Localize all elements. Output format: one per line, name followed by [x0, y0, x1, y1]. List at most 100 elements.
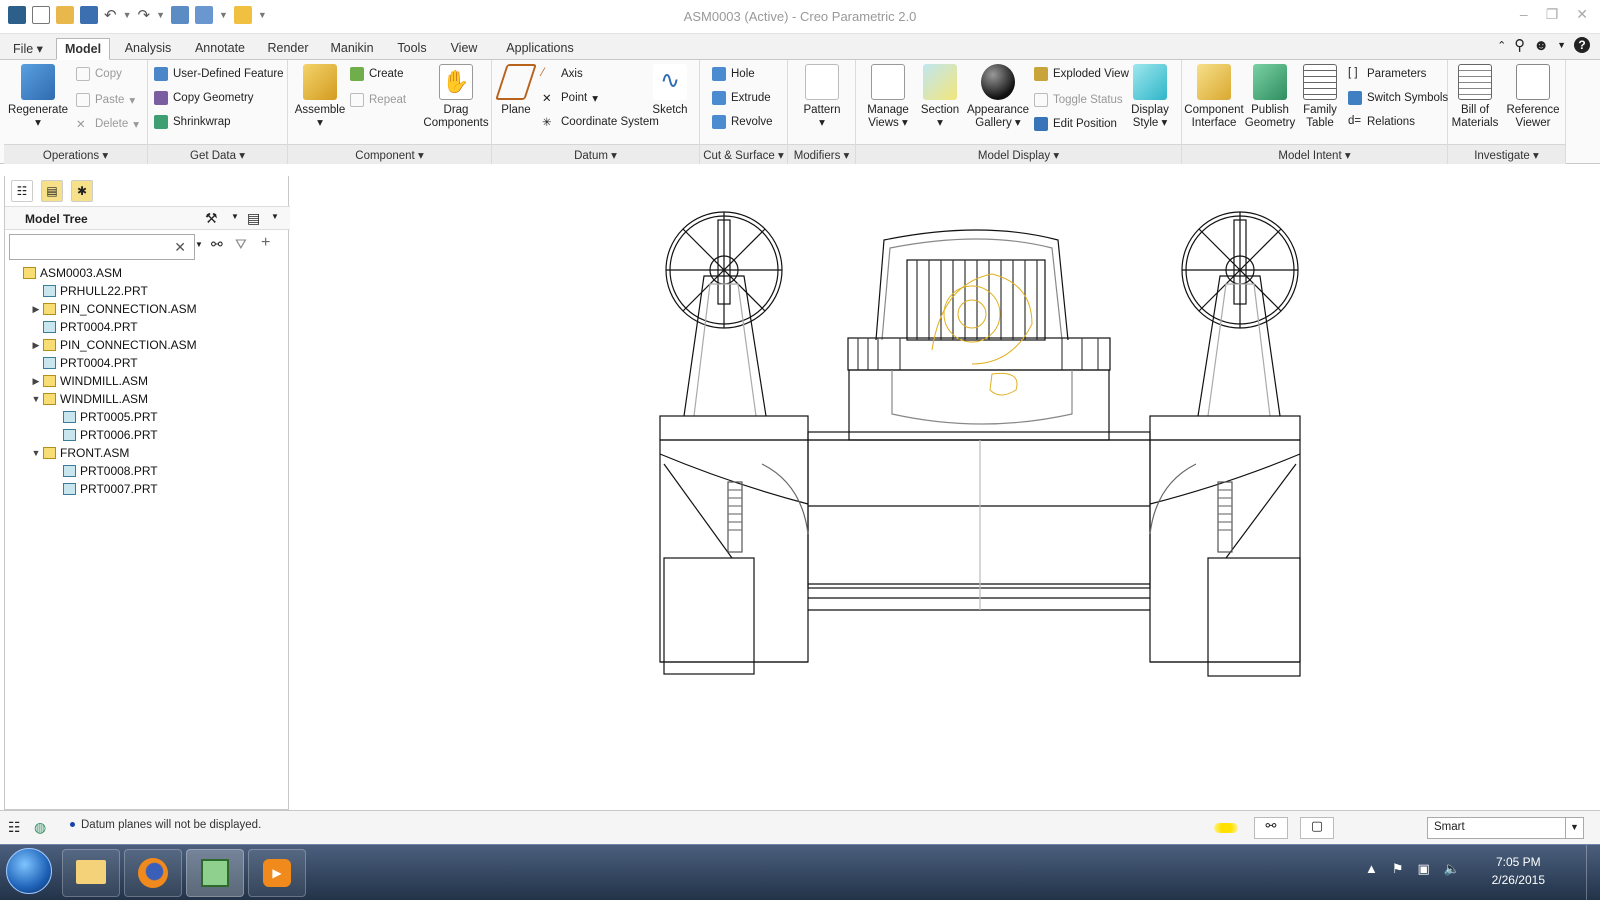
bill-of-materials-button[interactable]: Bill of Materials [1444, 64, 1506, 130]
taskbar-clock[interactable]: 7:05 PM 2/26/2015 [1492, 853, 1545, 889]
axis-button[interactable]: ⁄ Axis [542, 64, 583, 84]
create-button[interactable]: Create [350, 64, 404, 84]
delete-button[interactable]: ✕ Delete ▾ [76, 114, 139, 134]
plane-button[interactable]: Plane [492, 64, 540, 117]
switch-symbols-button[interactable]: Switch Symbols [1348, 88, 1448, 108]
sketch-button[interactable]: ∿ Sketch [644, 64, 696, 117]
graphics-area[interactable] [292, 164, 1600, 810]
show-desktop-button[interactable] [1586, 845, 1600, 901]
group-label-investigate[interactable]: Investigate ▾ [1448, 144, 1565, 164]
repeat-button[interactable]: Repeat [350, 90, 406, 110]
tab-file[interactable]: File ▾ [6, 38, 50, 60]
tab-model[interactable]: Model [56, 38, 110, 60]
group-label-operations[interactable]: Operations ▾ [4, 144, 147, 164]
tab-annotate[interactable]: Annotate [186, 38, 254, 60]
explorer-taskbar-button[interactable] [62, 849, 120, 897]
coordinate-system-button[interactable]: ✳ Coordinate System [542, 112, 659, 132]
regen-status-icon[interactable] [1214, 823, 1238, 833]
model-tree-search-input[interactable]: ✕ [9, 234, 195, 260]
browser-toggle-icon[interactable]: ◍ [34, 819, 46, 836]
model-tree-item[interactable]: PRT0008.PRT [5, 462, 290, 480]
media-player-taskbar-button[interactable]: ▶ [248, 849, 306, 897]
expand-icon[interactable]: ▶ [29, 340, 43, 351]
copy-geometry-button[interactable]: Copy Geometry [154, 88, 254, 108]
publish-geometry-button[interactable]: Publish Geometry [1242, 64, 1298, 130]
filter-icon[interactable]: ⛛ [235, 236, 247, 253]
clear-search-icon[interactable]: ✕ [174, 239, 186, 256]
assemble-button[interactable]: Assemble ▾ [288, 64, 352, 130]
expand-icon[interactable]: ▶ [29, 376, 43, 387]
help-icon[interactable]: ? [1574, 37, 1590, 53]
drag-components-button[interactable]: ✋ Drag Components [420, 64, 492, 130]
tree-settings-icon[interactable]: ⚒ [205, 210, 218, 227]
model-tree-item[interactable]: PRT0004.PRT [5, 354, 290, 372]
find-icon[interactable]: ⚯ [1254, 817, 1288, 839]
tab-render[interactable]: Render [260, 38, 316, 60]
search-dropdown-icon[interactable]: ▼ [195, 240, 203, 249]
edit-position-button[interactable]: Edit Position [1034, 114, 1117, 134]
paste-button[interactable]: Paste ▾ [76, 90, 135, 110]
show-hidden-icons-icon[interactable]: ▲ [1365, 861, 1378, 877]
model-tree-item[interactable]: ▼ FRONT.ASM [5, 444, 290, 462]
shrinkwrap-button[interactable]: Shrinkwrap [154, 112, 231, 132]
regenerate-button[interactable]: Regenerate ▾ [6, 64, 70, 130]
show-icon[interactable]: ▤ [247, 210, 260, 227]
community-dropdown-icon[interactable]: ▼ [1557, 40, 1566, 50]
toggle-status-button[interactable]: Toggle Status [1034, 90, 1123, 110]
appearance-gallery-button[interactable]: Appearance Gallery ▾ [966, 64, 1030, 130]
show-dropdown-icon[interactable]: ▼ [271, 212, 279, 221]
collapse-icon[interactable]: ▼ [29, 448, 43, 458]
udf-button[interactable]: User-Defined Feature [154, 64, 284, 84]
start-button[interactable] [6, 848, 52, 894]
revolve-button[interactable]: Revolve [712, 112, 773, 132]
point-button[interactable]: ✕ Point ▾ [542, 88, 598, 108]
model-tree-item[interactable]: ▶ PIN_CONNECTION.ASM [5, 336, 290, 354]
selection-box-icon[interactable]: ▢ [1300, 817, 1334, 839]
reference-viewer-button[interactable]: Reference Viewer [1502, 64, 1564, 130]
model-tree-item[interactable]: ▶ PIN_CONNECTION.ASM [5, 300, 290, 318]
collapse-icon[interactable]: ▼ [29, 394, 43, 404]
maximize-button[interactable]: ❐ [1546, 6, 1559, 23]
network-icon[interactable]: ▣ [1418, 861, 1430, 877]
parameters-button[interactable]: [ ] Parameters [1348, 64, 1426, 84]
pattern-button[interactable]: Pattern ▾ [790, 64, 854, 130]
navigator-toggle-icon[interactable]: ☷ [8, 819, 21, 836]
group-label-model-intent[interactable]: Model Intent ▾ [1182, 144, 1447, 164]
creo-taskbar-button[interactable] [186, 849, 244, 897]
favorites-tab-icon[interactable]: ✱ [71, 180, 93, 202]
tree-settings-dropdown-icon[interactable]: ▼ [231, 212, 239, 221]
model-tree-item[interactable]: ▼ WINDMILL.ASM [5, 390, 290, 408]
community-icon[interactable]: ☻ [1533, 37, 1549, 54]
group-label-model-display[interactable]: Model Display ▾ [856, 144, 1181, 164]
copy-button[interactable]: Copy [76, 64, 122, 84]
model-tree-item[interactable]: PRHULL22.PRT [5, 282, 290, 300]
tab-analysis[interactable]: Analysis [116, 38, 180, 60]
minimize-ribbon-icon[interactable]: ⌃ [1497, 39, 1506, 52]
firefox-taskbar-button[interactable] [124, 849, 182, 897]
group-label-modifiers[interactable]: Modifiers ▾ [788, 144, 855, 164]
group-label-get-data[interactable]: Get Data ▾ [148, 144, 287, 164]
family-table-button[interactable]: Family Table [1296, 64, 1344, 130]
find-binoculars-icon[interactable]: ⚯ [211, 236, 223, 253]
exploded-view-button[interactable]: Exploded View [1034, 64, 1129, 84]
folder-browser-tab-icon[interactable]: ▤ [41, 180, 63, 202]
model-tree-tab-icon[interactable]: ☷ [11, 180, 33, 202]
extrude-button[interactable]: Extrude [712, 88, 771, 108]
tab-manikin[interactable]: Manikin [322, 38, 382, 60]
close-button[interactable]: ✕ [1576, 6, 1588, 23]
model-tree-item[interactable]: ASM0003.ASM [5, 264, 290, 282]
action-center-flag-icon[interactable]: ⚑ [1392, 861, 1404, 877]
tab-applications[interactable]: Applications [492, 38, 588, 60]
selection-filter-select[interactable]: Smart ▼ [1427, 817, 1584, 839]
model-tree-item[interactable]: PRT0007.PRT [5, 480, 290, 498]
tab-view[interactable]: View [442, 38, 486, 60]
model-tree-item[interactable]: PRT0005.PRT [5, 408, 290, 426]
group-label-component[interactable]: Component ▾ [288, 144, 491, 164]
display-style-button[interactable]: Display Style ▾ [1120, 64, 1180, 130]
section-button[interactable]: Section ▾ [908, 64, 972, 130]
relations-button[interactable]: d= Relations [1348, 112, 1415, 132]
group-label-datum[interactable]: Datum ▾ [492, 144, 699, 164]
model-tree-item[interactable]: PRT0004.PRT [5, 318, 290, 336]
tab-tools[interactable]: Tools [388, 38, 436, 60]
volume-icon[interactable]: 🔈 [1444, 861, 1460, 877]
